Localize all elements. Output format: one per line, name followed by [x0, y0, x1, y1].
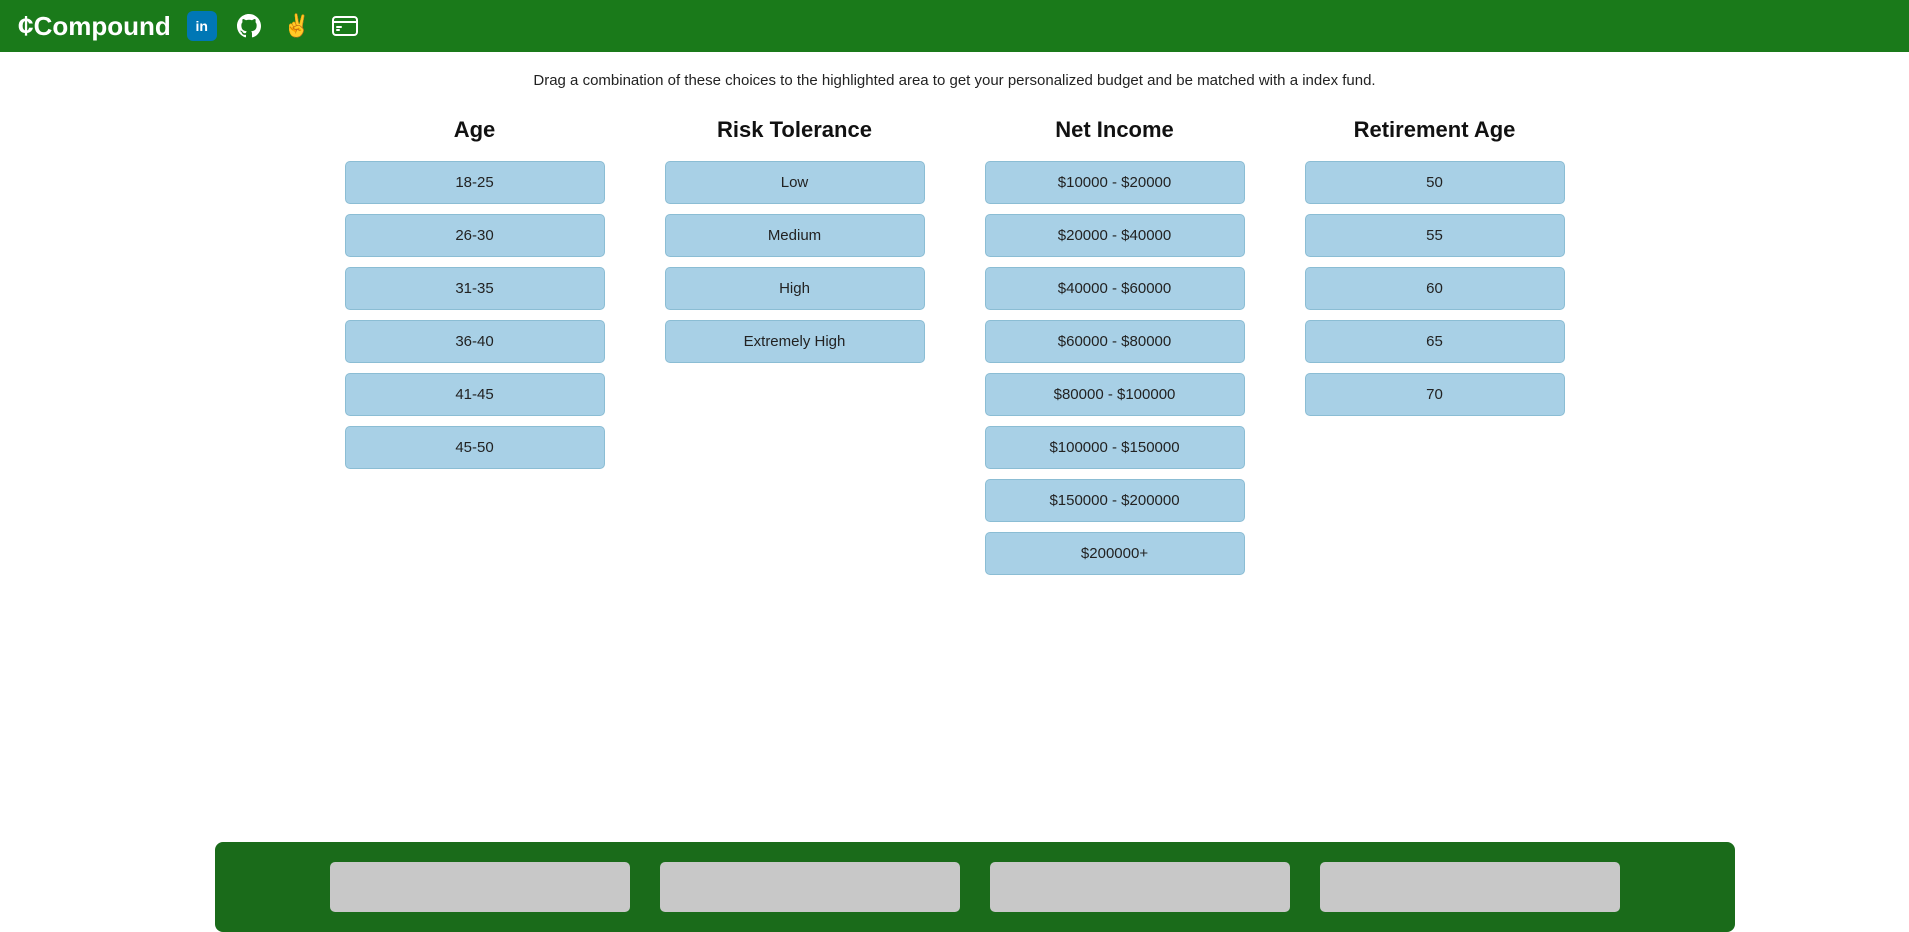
- app-header: ¢Compound in ✌️: [0, 0, 1909, 52]
- age-option-45-50[interactable]: 45-50: [345, 426, 605, 469]
- income-option-40k-60k[interactable]: $40000 - $60000: [985, 267, 1245, 310]
- instruction-text: Drag a combination of these choices to t…: [533, 72, 1375, 89]
- income-option-100k-150k[interactable]: $100000 - $150000: [985, 426, 1245, 469]
- age-option-18-25[interactable]: 18-25: [345, 161, 605, 204]
- retirement-age-column-header: Retirement Age: [1354, 117, 1516, 143]
- age-option-41-45[interactable]: 41-45: [345, 373, 605, 416]
- retirement-option-60[interactable]: 60: [1305, 267, 1565, 310]
- age-column: Age 18-25 26-30 31-35 36-40 41-45 45-50: [345, 117, 605, 469]
- linkedin-icon[interactable]: in: [187, 11, 217, 41]
- app-logo: ¢Compound: [18, 10, 171, 42]
- retirement-option-65[interactable]: 65: [1305, 320, 1565, 363]
- income-option-200k-plus[interactable]: $200000+: [985, 532, 1245, 575]
- risk-tolerance-column: Risk Tolerance Low Medium High Extremely…: [665, 117, 925, 363]
- age-column-header: Age: [454, 117, 496, 143]
- income-option-80k-100k[interactable]: $80000 - $100000: [985, 373, 1245, 416]
- drop-slot-4[interactable]: [1320, 862, 1620, 912]
- risk-option-extremely-high[interactable]: Extremely High: [665, 320, 925, 363]
- main-content: Drag a combination of these choices to t…: [0, 52, 1909, 932]
- drop-slot-1[interactable]: [330, 862, 630, 912]
- age-option-31-35[interactable]: 31-35: [345, 267, 605, 310]
- drop-slot-2[interactable]: [660, 862, 960, 912]
- peace-sign-icon[interactable]: ✌️: [281, 10, 313, 42]
- age-option-26-30[interactable]: 26-30: [345, 214, 605, 257]
- risk-option-high[interactable]: High: [665, 267, 925, 310]
- github-icon[interactable]: [233, 10, 265, 42]
- card-icon[interactable]: [329, 10, 361, 42]
- risk-tolerance-column-header: Risk Tolerance: [717, 117, 872, 143]
- age-option-36-40[interactable]: 36-40: [345, 320, 605, 363]
- retirement-age-column: Retirement Age 50 55 60 65 70: [1305, 117, 1565, 416]
- retirement-option-55[interactable]: 55: [1305, 214, 1565, 257]
- net-income-column: Net Income $10000 - $20000 $20000 - $400…: [985, 117, 1245, 575]
- income-option-60k-80k[interactable]: $60000 - $80000: [985, 320, 1245, 363]
- drop-zone[interactable]: [215, 842, 1735, 932]
- net-income-column-header: Net Income: [1055, 117, 1174, 143]
- risk-option-low[interactable]: Low: [665, 161, 925, 204]
- retirement-option-50[interactable]: 50: [1305, 161, 1565, 204]
- columns-container: Age 18-25 26-30 31-35 36-40 41-45 45-50 …: [265, 117, 1645, 575]
- drop-slot-3[interactable]: [990, 862, 1290, 912]
- income-option-150k-200k[interactable]: $150000 - $200000: [985, 479, 1245, 522]
- risk-option-medium[interactable]: Medium: [665, 214, 925, 257]
- income-option-10k-20k[interactable]: $10000 - $20000: [985, 161, 1245, 204]
- retirement-option-70[interactable]: 70: [1305, 373, 1565, 416]
- income-option-20k-40k[interactable]: $20000 - $40000: [985, 214, 1245, 257]
